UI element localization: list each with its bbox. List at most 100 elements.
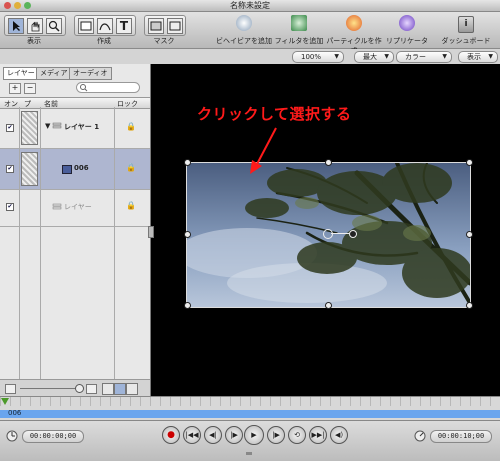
disclosure-triangle-icon[interactable]: ▼: [45, 122, 50, 130]
playback-controls: ● |◀◀ ◀| |▶ ▶ |▶ ⟲ ▶▶| ◀): [150, 425, 352, 445]
text-tool-icon: T: [119, 19, 129, 33]
rotation-handle[interactable]: [349, 230, 357, 238]
column-divider: [19, 107, 20, 379]
view-thumbnail-button[interactable]: [114, 383, 126, 395]
minimize-window-button[interactable]: [14, 2, 21, 9]
zoom-tool[interactable]: [46, 18, 62, 34]
channel-select[interactable]: カラー ▼: [396, 51, 452, 63]
step-back-icon: ◀|: [209, 431, 217, 439]
replicate-button[interactable]: リプリケータ: [384, 36, 430, 46]
display-select[interactable]: 表示 ▼: [458, 51, 498, 63]
layer-thumbnail: [21, 152, 38, 186]
resize-handle-top[interactable]: [325, 159, 332, 166]
view-list-button[interactable]: [102, 383, 114, 395]
play-from-start-button[interactable]: |▶: [225, 426, 243, 444]
zoom-level-value: 100%: [301, 53, 322, 61]
play-icon: ▶: [251, 431, 257, 439]
audio-button[interactable]: ◀): [330, 426, 348, 444]
text-tool[interactable]: T: [116, 18, 132, 34]
layer-search-input[interactable]: [76, 82, 140, 93]
loop-button[interactable]: ⟲: [288, 426, 306, 444]
replicator-icon[interactable]: [399, 15, 415, 31]
go-to-start-button[interactable]: |◀◀: [183, 426, 201, 444]
skip-back-icon: |◀◀: [185, 431, 199, 439]
dashboard-info-icon[interactable]: i: [458, 16, 474, 33]
timeline-clip-bar[interactable]: 006: [0, 409, 500, 418]
resize-handle-top-right[interactable]: [466, 159, 473, 166]
layer-row-006[interactable]: ✔ 006 🔒: [0, 149, 150, 190]
resize-handle-right[interactable]: [466, 231, 473, 238]
duration-display[interactable]: 00:00:10;00: [430, 430, 492, 443]
play-button[interactable]: ▶: [244, 425, 264, 445]
current-time-display[interactable]: 00:00:00;00: [22, 430, 84, 443]
rotation-handle-line: [331, 233, 349, 234]
resize-handle-bottom-right[interactable]: [466, 302, 473, 309]
lock-icon[interactable]: 🔒: [126, 163, 136, 172]
tab-audio[interactable]: オーディオ: [69, 67, 112, 80]
record-button[interactable]: ●: [162, 426, 180, 444]
go-to-end-button[interactable]: ▶▶|: [309, 426, 327, 444]
hand-tool[interactable]: [27, 18, 43, 34]
clip-label: 006: [8, 409, 22, 417]
large-thumbnail-icon[interactable]: [86, 384, 97, 394]
rectangle-icon: [80, 21, 92, 31]
add-behavior-button[interactable]: ビヘイビアを追加: [216, 36, 272, 46]
layer-name: レイヤー: [64, 203, 92, 211]
small-thumbnail-icon[interactable]: [5, 384, 16, 394]
mask-rect-tool[interactable]: [148, 18, 164, 34]
add-layer-button[interactable]: +: [9, 83, 21, 94]
remove-layer-button[interactable]: −: [24, 83, 36, 94]
add-filter-button[interactable]: フィルタを追加: [272, 36, 326, 46]
layer-row-group[interactable]: ✔ ▼ レイヤー 1 🔒: [0, 108, 150, 149]
resize-handle-bottom-left[interactable]: [184, 302, 191, 309]
mask-bezier-tool[interactable]: [167, 18, 183, 34]
record-icon: ●: [167, 430, 175, 440]
display-value: 表示: [467, 53, 481, 61]
create-tools-group: T: [74, 15, 136, 36]
panel-resize-handle[interactable]: [148, 226, 154, 238]
layers-panel-footer: [0, 379, 150, 397]
layer-row-layer[interactable]: ✔ レイヤー 🔒: [0, 190, 150, 227]
quality-select[interactable]: 最大 ▼: [354, 51, 394, 63]
play-start-icon: |▶: [230, 431, 238, 439]
layer-visibility-checkbox[interactable]: ✔: [6, 165, 14, 173]
view-options-button[interactable]: [126, 383, 138, 395]
layers-panel: レイヤー メディア オーディオ + − オン プ 名前 ロック ✔ ▼ レイヤー…: [0, 64, 151, 397]
particle-icon[interactable]: [346, 15, 362, 31]
mask-rectangle-icon: [150, 21, 162, 31]
magnifier-icon: [48, 20, 60, 32]
view-tools-group: [4, 15, 66, 36]
layer-visibility-checkbox[interactable]: ✔: [6, 203, 14, 211]
resize-handle-top-left[interactable]: [184, 159, 191, 166]
toolbar: 表示 T 作成 マスク ビヘイビアを追加 フィルタを追加 パーティクルを作成 リ…: [0, 12, 500, 55]
layer-stack-icon: [52, 122, 62, 129]
bezier-tool[interactable]: [97, 18, 113, 34]
layer-visibility-checkbox[interactable]: ✔: [6, 124, 14, 132]
playhead-icon[interactable]: [0, 397, 10, 407]
rectangle-tool[interactable]: [78, 18, 94, 34]
filter-icon[interactable]: [291, 15, 307, 31]
slider-knob[interactable]: [75, 384, 84, 393]
resize-handle-bottom[interactable]: [325, 302, 332, 309]
speaker-icon: ◀): [334, 431, 344, 439]
tab-media[interactable]: メディア: [36, 67, 72, 80]
behavior-gear-icon[interactable]: [236, 15, 252, 31]
select-arrow-tool[interactable]: [8, 18, 24, 34]
annotation-text: クリックして選択する: [197, 105, 352, 123]
clock-icon: [6, 430, 18, 442]
column-divider: [40, 107, 41, 379]
tab-layers[interactable]: レイヤー: [3, 67, 39, 80]
channel-value: カラー: [405, 53, 426, 61]
lock-icon[interactable]: 🔒: [126, 122, 136, 131]
close-window-button[interactable]: [4, 2, 11, 9]
step-forward-button[interactable]: |▶: [267, 426, 285, 444]
step-back-button[interactable]: ◀|: [204, 426, 222, 444]
resize-grip-icon[interactable]: [246, 452, 252, 455]
thumbnail-size-slider[interactable]: [20, 388, 75, 389]
zoom-level-select[interactable]: 100% ▼: [292, 51, 344, 63]
dashboard-button[interactable]: ダッシュボード: [436, 36, 496, 46]
zoom-window-button[interactable]: [24, 2, 31, 9]
anchor-point-icon[interactable]: [323, 229, 333, 239]
lock-icon[interactable]: 🔒: [126, 201, 136, 210]
resize-handle-left[interactable]: [184, 231, 191, 238]
